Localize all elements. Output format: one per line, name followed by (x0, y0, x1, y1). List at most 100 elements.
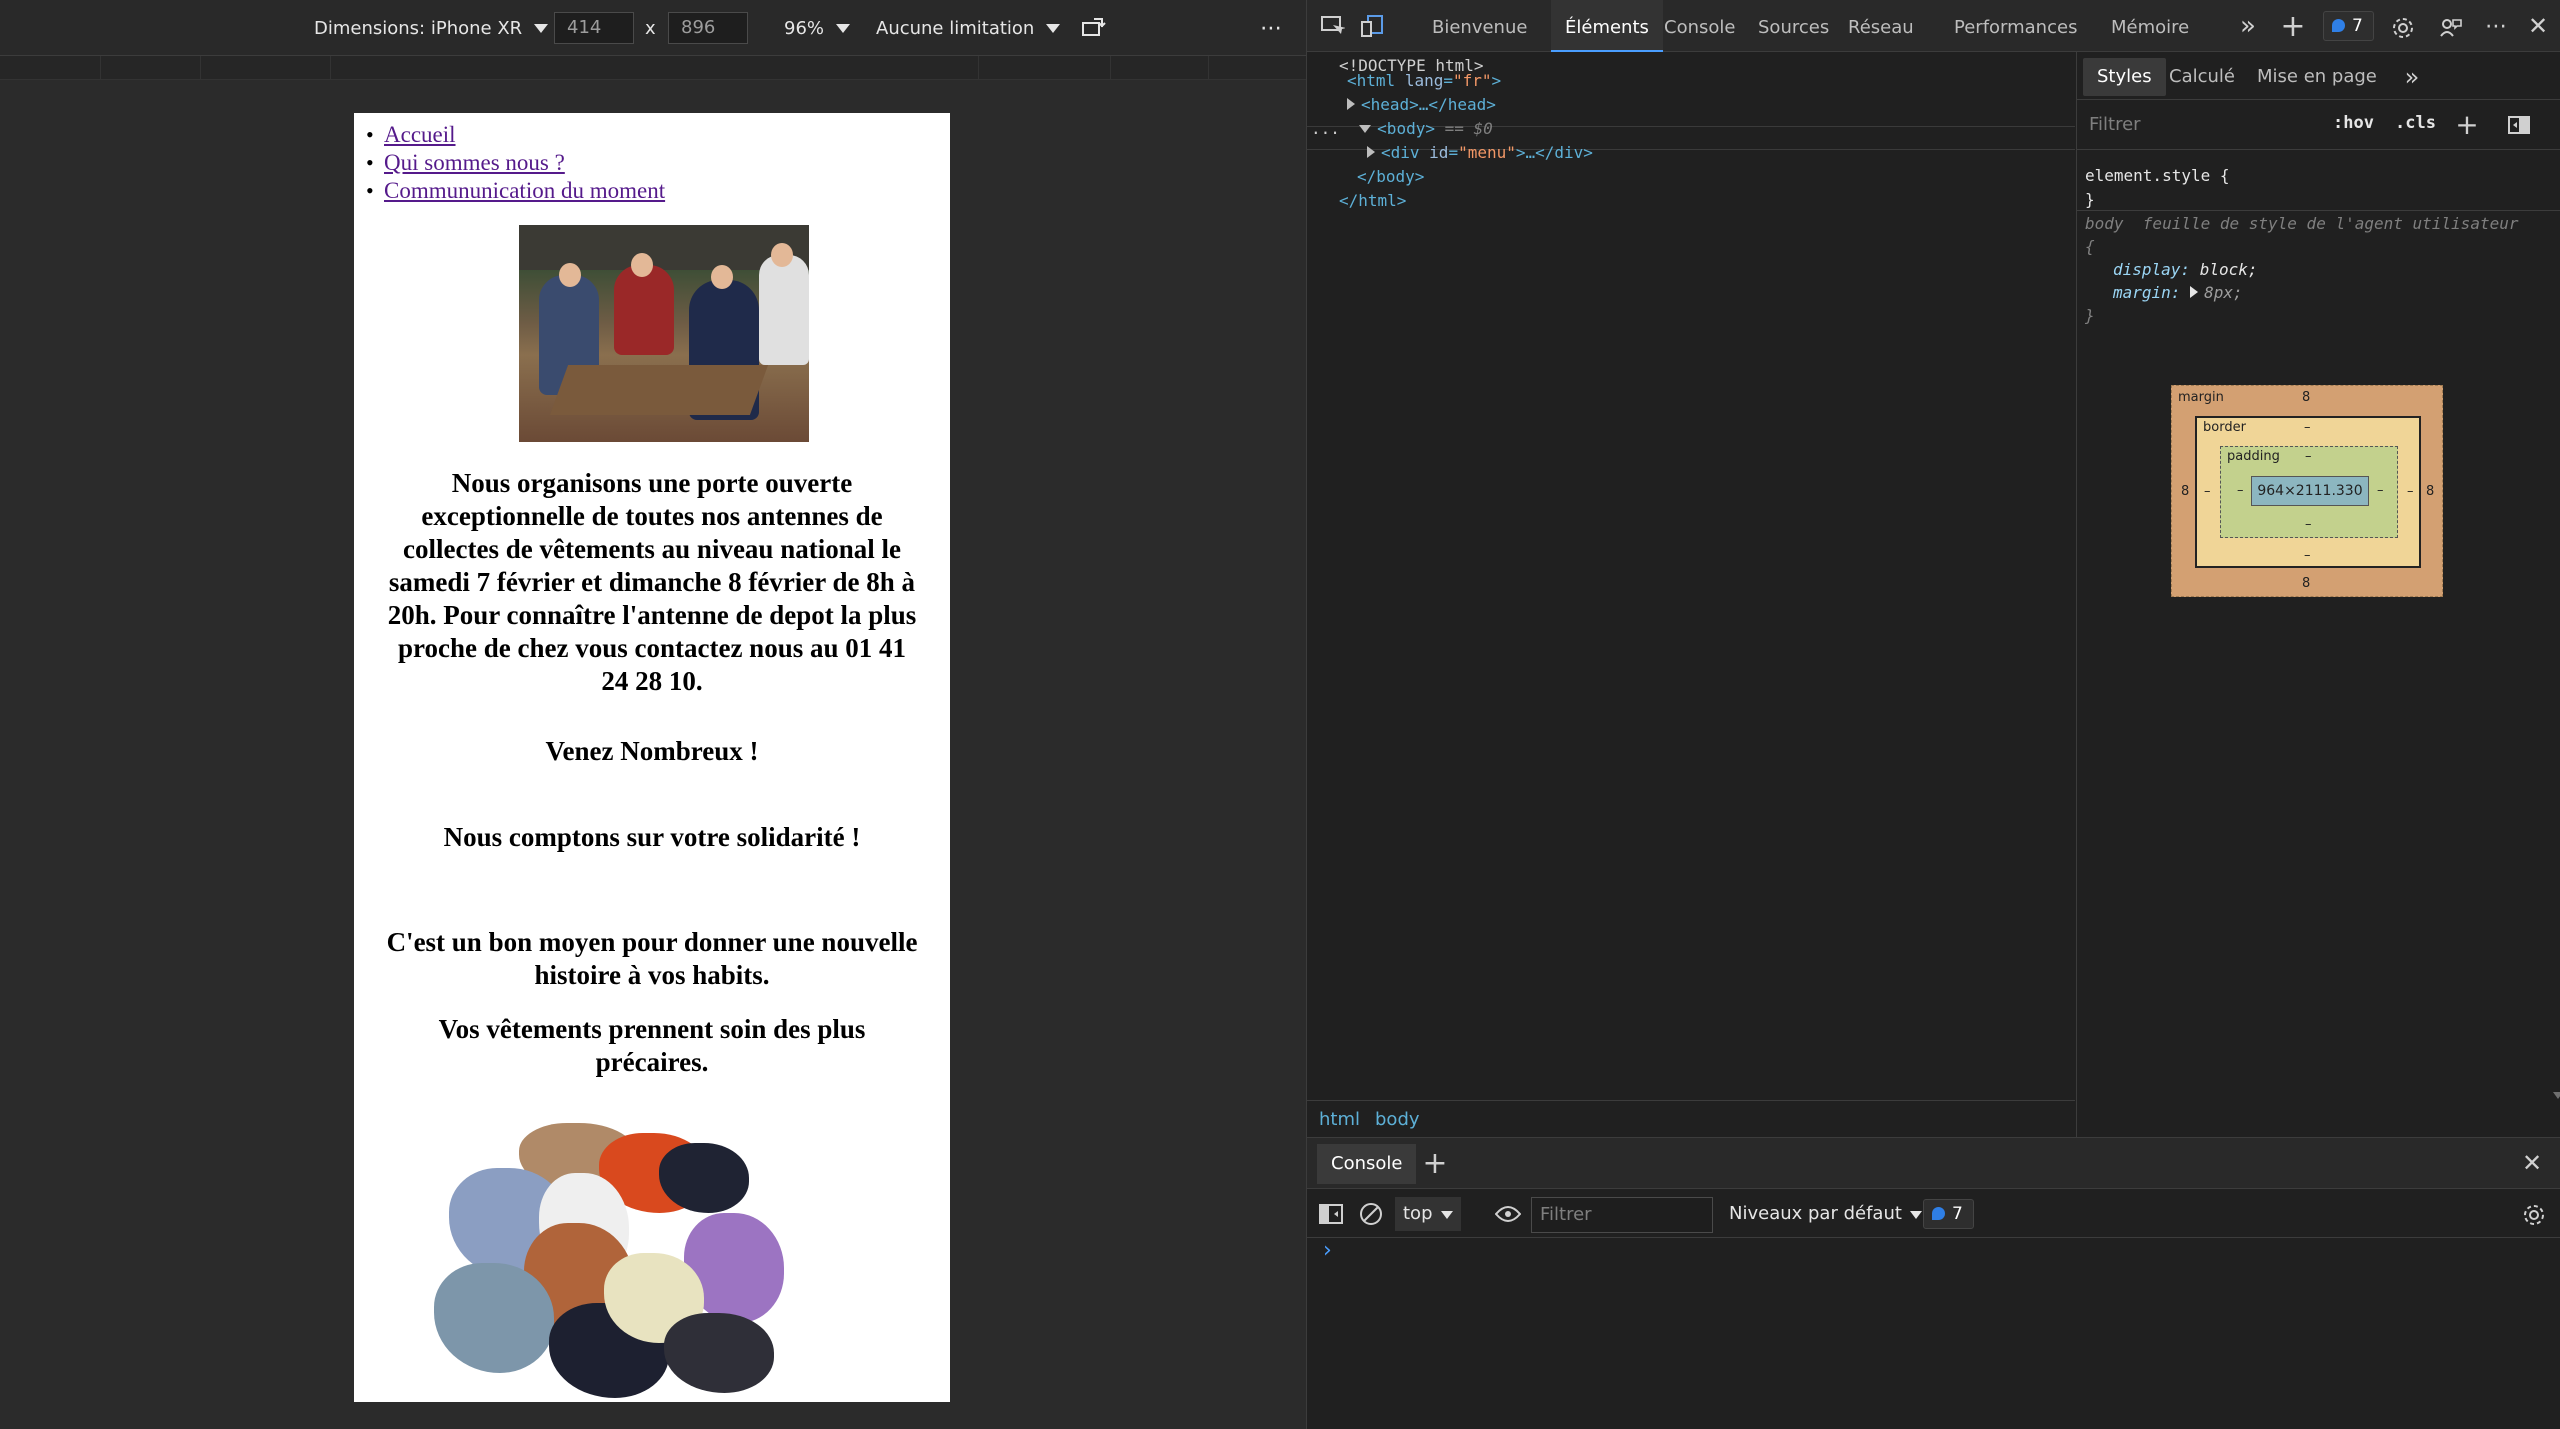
expand-triangle-icon[interactable] (2190, 286, 2199, 298)
tab-bienvenue[interactable]: Bienvenue (1432, 0, 1527, 52)
width-input[interactable]: 414 (554, 12, 634, 44)
tab-mise-en-page[interactable]: Mise en page (2257, 58, 2377, 96)
device-toggle-icon[interactable] (1359, 12, 1387, 40)
margin-right-value[interactable]: 8 (2426, 484, 2434, 499)
clothes-pile-image (429, 1113, 789, 1402)
collapse-triangle-icon[interactable] (1359, 125, 1372, 133)
menu: Accueil Qui sommes nous ? Commununicatio… (366, 121, 665, 205)
toggle-sidebar-icon[interactable] (2505, 112, 2533, 138)
rule-close-brace: } (2085, 306, 2095, 325)
styles-filter-input[interactable]: Filtrer (2089, 114, 2141, 135)
menu-link-about[interactable]: Qui sommes nous ? (384, 150, 565, 175)
margin-declaration[interactable]: margin: 8px; (2113, 281, 2243, 305)
issues-badge[interactable]: 7 (2323, 11, 2374, 41)
border-left-value[interactable]: – (2204, 484, 2211, 499)
event-photo (519, 225, 809, 442)
tab-reseau[interactable]: Réseau (1848, 0, 1914, 52)
chevron-down-icon (1440, 1211, 1453, 1219)
html-close-node[interactable]: </html> (1339, 189, 1406, 213)
div-id-attr: id (1429, 143, 1449, 162)
more-options-icon[interactable]: ⋯ (1260, 0, 1284, 56)
tab-styles[interactable]: Styles (2083, 58, 2166, 96)
display-declaration[interactable]: display: block; (2113, 258, 2258, 282)
margin-left-value[interactable]: 8 (2181, 484, 2189, 499)
expand-triangle-icon[interactable] (1367, 146, 1375, 158)
body-close-node[interactable]: </body> (1357, 165, 1424, 189)
tab-memoire[interactable]: Mémoire (2111, 0, 2189, 52)
margin-bottom-value[interactable]: 8 (2302, 576, 2310, 591)
context-select[interactable]: top (1395, 1197, 1461, 1231)
new-rule-icon[interactable]: + (2453, 108, 2481, 141)
log-levels-select[interactable]: Niveaux par défaut (1729, 1197, 1922, 1231)
solidarity-text: Nous comptons sur votre solidarité ! (443, 822, 861, 852)
more-tabs-icon[interactable]: » (2233, 10, 2263, 42)
div-id-value: "menu" (1458, 143, 1516, 162)
body-node[interactable]: ... <body> == $0 (1311, 117, 1493, 141)
close-icon[interactable]: ✕ (2523, 10, 2553, 42)
add-tab-icon[interactable]: + (2277, 9, 2309, 44)
more-options-icon[interactable]: ⋯ (2481, 10, 2511, 42)
console-filter-input[interactable]: Filtrer (1531, 1197, 1713, 1233)
display-property: display: (2113, 260, 2191, 279)
class-toggle-button[interactable]: .cls (2395, 113, 2436, 133)
padding-bottom-value[interactable]: – (2305, 517, 2312, 532)
element-style-rule[interactable]: element.style { (2085, 164, 2230, 188)
inspect-icon[interactable] (1319, 12, 1347, 40)
feedback-icon[interactable] (2435, 12, 2467, 44)
live-expression-eye-icon[interactable] (1493, 1200, 1523, 1228)
padding-right-value[interactable]: – (2377, 483, 2384, 498)
clear-console-icon[interactable] (1357, 1200, 1385, 1228)
tab-elements[interactable]: Éléments (1551, 0, 1663, 52)
tab-console[interactable]: Console (1664, 0, 1735, 52)
padding-left-value[interactable]: – (2237, 483, 2244, 498)
head-node[interactable]: <head>…</head> (1347, 93, 1496, 117)
border-right-value[interactable]: – (2407, 484, 2414, 499)
padding-top-value[interactable]: – (2305, 449, 2312, 464)
rotate-icon[interactable] (1082, 0, 1108, 56)
breadcrumb-body[interactable]: body (1375, 1109, 1420, 1130)
tab-calcule[interactable]: Calculé (2169, 58, 2235, 96)
height-input[interactable]: 896 (668, 12, 748, 44)
border-top-value[interactable]: – (2304, 420, 2311, 435)
menu-link-accueil[interactable]: Accueil (384, 122, 456, 147)
more-tabs-icon[interactable]: » (2397, 62, 2427, 92)
menu-item: Commununication du moment (366, 177, 665, 205)
device-emulation-pane: Dimensions: iPhone XR 414 x 896 96% Aucu… (0, 0, 1306, 1429)
dimension-separator: x (645, 17, 656, 39)
console-issues-count: 7 (1952, 1204, 1963, 1224)
hover-state-button[interactable]: :hov (2333, 113, 2374, 133)
announcement-text: Nous organisons une porte ouverte except… (387, 468, 917, 696)
console-settings-gear-icon[interactable] (2519, 1200, 2549, 1230)
border-bottom-value[interactable]: – (2304, 548, 2311, 563)
console-issues-badge[interactable]: 7 (1923, 1199, 1974, 1229)
rule-selector[interactable]: body (2085, 214, 2124, 233)
add-drawer-tab-icon[interactable]: + (1419, 1146, 1451, 1181)
node-actions-ellipsis[interactable]: ... (1311, 119, 1340, 138)
html-node[interactable]: <html lang="fr"> (1347, 69, 1501, 93)
tab-performances[interactable]: Performances (1954, 0, 2077, 52)
scroll-down-icon[interactable] (2553, 1092, 2560, 1099)
box-model-padding: padding – – – – 964×2111.330 (2220, 446, 2398, 538)
throttle-select[interactable]: Aucune limitation (876, 0, 1061, 56)
margin-top-value[interactable]: 8 (2302, 390, 2310, 405)
margin-label: margin (2178, 390, 2224, 405)
console-sidebar-icon[interactable] (1317, 1200, 1345, 1228)
margin-value: 8px; (2204, 283, 2243, 302)
box-model-content[interactable]: 964×2111.330 (2251, 476, 2369, 506)
zoom-select[interactable]: 96% (784, 0, 851, 56)
emulated-page: Accueil Qui sommes nous ? Commununicatio… (354, 113, 950, 1402)
tab-sources[interactable]: Sources (1758, 0, 1829, 52)
zoom-label: 96% (784, 17, 825, 39)
div-open-tag: <div (1381, 143, 1420, 162)
close-drawer-icon[interactable]: ✕ (2515, 1146, 2549, 1180)
breadcrumb-html[interactable]: html (1319, 1109, 1360, 1130)
console-prompt[interactable]: › (1323, 1238, 1332, 1263)
drawer-tab-console[interactable]: Console (1317, 1144, 1417, 1184)
styles-tabbar: Styles Calculé Mise en page » (2077, 52, 2560, 100)
menu-item: Qui sommes nous ? (366, 149, 665, 177)
menu-link-communication[interactable]: Commununication du moment (384, 178, 665, 203)
div-menu-node[interactable]: <div id="menu">…</div> (1367, 141, 1593, 165)
device-select[interactable]: Dimensions: iPhone XR (314, 0, 549, 56)
settings-gear-icon[interactable] (2387, 12, 2419, 44)
expand-triangle-icon[interactable] (1347, 98, 1355, 110)
